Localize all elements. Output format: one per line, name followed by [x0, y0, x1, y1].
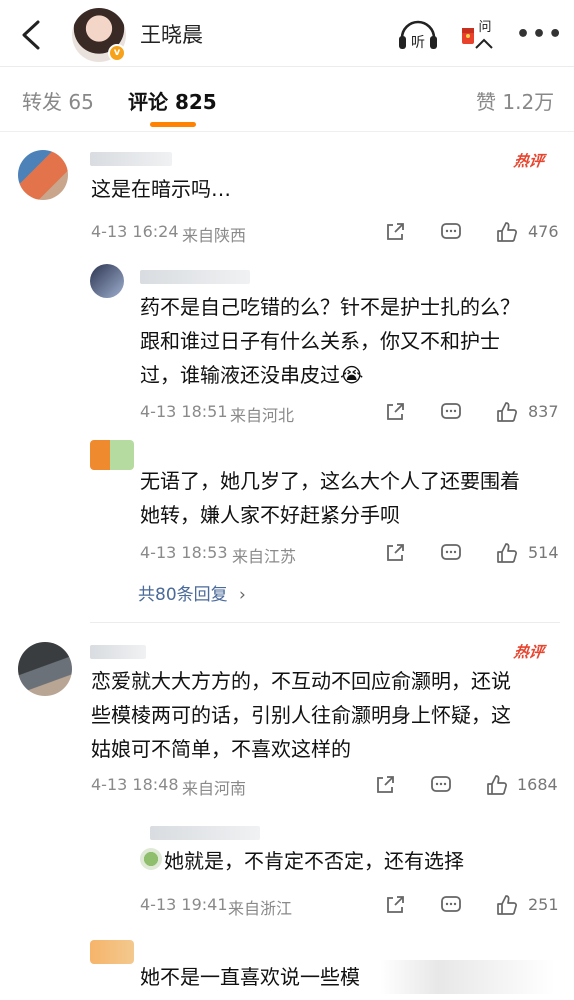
like-icon[interactable]: [496, 542, 518, 564]
comment-divider: [90, 622, 560, 623]
comment-text-line[interactable]: 些模棱两可的话，引别人往俞灏明身上怀疑，这: [91, 698, 511, 732]
commenter-name[interactable]: [90, 645, 146, 659]
share-icon[interactable]: [384, 221, 406, 243]
like-count: 514: [528, 543, 559, 562]
reply-name[interactable]: [150, 826, 260, 840]
comment-text[interactable]: 这是在暗示吗…: [91, 172, 231, 206]
comment-location: 来自河南: [182, 779, 247, 798]
active-tab-indicator: [150, 122, 196, 127]
reply-avatar[interactable]: [140, 848, 162, 870]
like-count: 1684: [517, 775, 558, 794]
share-icon[interactable]: [384, 401, 406, 423]
tab-reposts[interactable]: 转发 65: [22, 86, 94, 115]
reply-avatar[interactable]: [90, 440, 134, 470]
hot-comment-badge: 热评: [512, 643, 546, 661]
share-icon[interactable]: [374, 774, 396, 796]
ask-label: 问: [478, 20, 491, 35]
like-icon[interactable]: [496, 894, 518, 916]
listen-icon[interactable]: 听: [396, 14, 440, 54]
reply-avatar[interactable]: [90, 264, 124, 298]
reply-text-line[interactable]: 她不是一直喜欢说一些模: [140, 960, 360, 994]
chevron-right-icon: ›: [239, 585, 246, 605]
comment-text-line[interactable]: 姑娘可不简单，不喜欢这样的: [91, 732, 351, 766]
share-icon[interactable]: [384, 542, 406, 564]
reply-name[interactable]: [140, 270, 250, 284]
reply-location: 来自江苏: [232, 547, 297, 566]
like-icon[interactable]: [496, 221, 518, 243]
like-icon[interactable]: [486, 774, 508, 796]
comment-time: 4-13 16:24: [91, 222, 179, 241]
more-options-icon[interactable]: •••: [516, 22, 564, 47]
comment-time: 4-13 18:48: [91, 775, 179, 794]
reply-text-line[interactable]: 她转，嫌人家不好赶紧分手呗: [140, 498, 400, 532]
reply-location: 来自浙江: [228, 899, 293, 918]
reply-text-line[interactable]: 跟和谁过日子有什么关系，你又不和护士: [140, 324, 500, 358]
comment-icon[interactable]: [440, 401, 462, 423]
comment-icon[interactable]: [430, 774, 452, 796]
tab-comments[interactable]: 评论 825: [128, 86, 217, 115]
tabs-divider: [0, 131, 574, 132]
comment-icon[interactable]: [440, 221, 462, 243]
reply-location: 来自河北: [230, 406, 295, 425]
reply-avatar[interactable]: [90, 940, 134, 964]
header-divider: [0, 66, 574, 67]
like-icon[interactable]: [496, 401, 518, 423]
reply-time: 4-13 18:51: [140, 402, 228, 421]
like-count: 251: [528, 895, 559, 914]
back-arrow-icon[interactable]: [18, 18, 44, 52]
blurred-text-overlay: [380, 960, 574, 994]
reply-text-line[interactable]: 过，谁输液还没串皮过😭: [140, 358, 363, 392]
comment-icon[interactable]: [440, 894, 462, 916]
reply-text-line[interactable]: 无语了，她几岁了，这么大个人了还要围着: [140, 464, 520, 498]
commenter-name[interactable]: [90, 152, 172, 166]
comment-location: 来自陕西: [182, 226, 247, 245]
user-name[interactable]: 王晓晨: [140, 19, 203, 49]
commenter-avatar[interactable]: [18, 150, 68, 200]
like-count: 476: [528, 222, 559, 241]
verified-badge-icon: v: [108, 44, 126, 62]
share-icon[interactable]: [384, 894, 406, 916]
listen-label: 听: [411, 35, 425, 51]
comment-text-line[interactable]: 恋爱就大大方方的，不互动不回应俞灏明，还说: [91, 664, 511, 698]
hot-comment-badge: 热评: [512, 152, 546, 170]
more-replies-link[interactable]: 共80条回复 ›: [138, 580, 246, 605]
more-replies-label: 共80条回复: [138, 585, 228, 605]
reply-time: 4-13 18:53: [140, 543, 228, 562]
like-count: 837: [528, 402, 559, 421]
comment-icon[interactable]: [440, 542, 462, 564]
commenter-avatar[interactable]: [18, 642, 72, 696]
ask-question-icon[interactable]: 问: [458, 14, 502, 54]
reply-text-line[interactable]: 药不是自己吃错的么？针不是护士扎的么？: [140, 290, 520, 324]
tab-likes[interactable]: 赞 1.2万: [476, 86, 554, 115]
reply-time: 4-13 19:41: [140, 895, 228, 914]
reply-text-line[interactable]: 她就是，不肯定不否定，还有选择: [164, 844, 464, 878]
